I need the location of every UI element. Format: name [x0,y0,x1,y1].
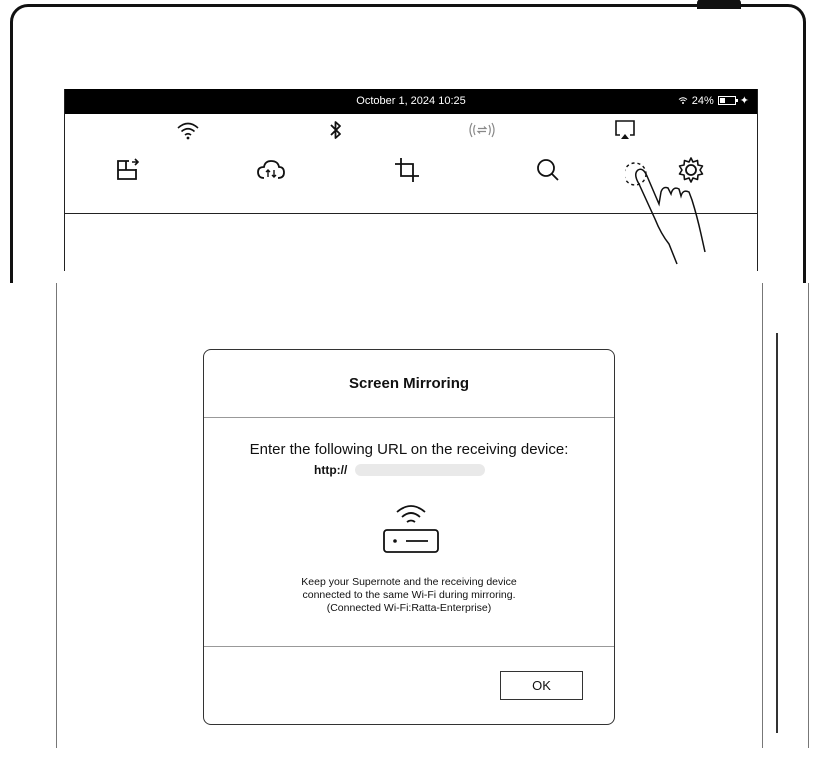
router-icon [383,505,439,553]
wireless-transfer-icon[interactable] [467,121,497,139]
url-row: http:// [314,463,486,477]
url-prefix: http:// [314,463,348,477]
battery-icon [717,96,738,105]
tap-hand-icon [625,162,706,265]
dialog-prompt: Enter the following URL on the receiving… [249,441,569,458]
dialog-title: Screen Mirroring [204,350,614,418]
dialog-footer-divider [204,646,614,647]
charging-icon: ✦ [739,95,749,107]
note-line-3: (Connected Wi-Fi:Ratta-Enterprise) [326,602,492,614]
bluetooth-icon[interactable] [328,119,344,141]
wifi-icon[interactable] [176,121,200,141]
note-line-1: Keep your Supernote and the receiving de… [301,576,517,588]
screen-mirroring-dialog: Screen Mirroring Enter the following URL… [203,349,615,725]
export-icon[interactable] [115,158,141,182]
right-bezel-outer [808,283,809,748]
quick-settings-panel: October 1, 2024 10:25 24% ✦ [64,89,758,271]
note-line-2: connected to the same Wi-Fi during mirro… [302,589,516,601]
search-icon[interactable] [535,157,561,183]
cloud-sync-icon[interactable] [256,158,286,182]
status-right: 24% ✦ [678,94,749,107]
left-bezel [56,283,57,748]
device-screen: Screen Mirroring Enter the following URL… [0,283,816,773]
crop-icon[interactable] [394,157,420,183]
ok-button[interactable]: OK [500,671,583,700]
device-button [697,0,741,9]
scrollbar[interactable] [776,333,778,733]
url-value-redacted [355,464,486,476]
wifi-status-icon [678,97,688,104]
battery-percent: 24% [691,94,714,107]
dialog-note: Keep your Supernote and the receiving de… [204,576,614,615]
right-bezel-inner [762,283,763,748]
status-datetime: October 1, 2024 10:25 [356,95,466,107]
status-bar: October 1, 2024 10:25 24% ✦ [65,89,757,114]
